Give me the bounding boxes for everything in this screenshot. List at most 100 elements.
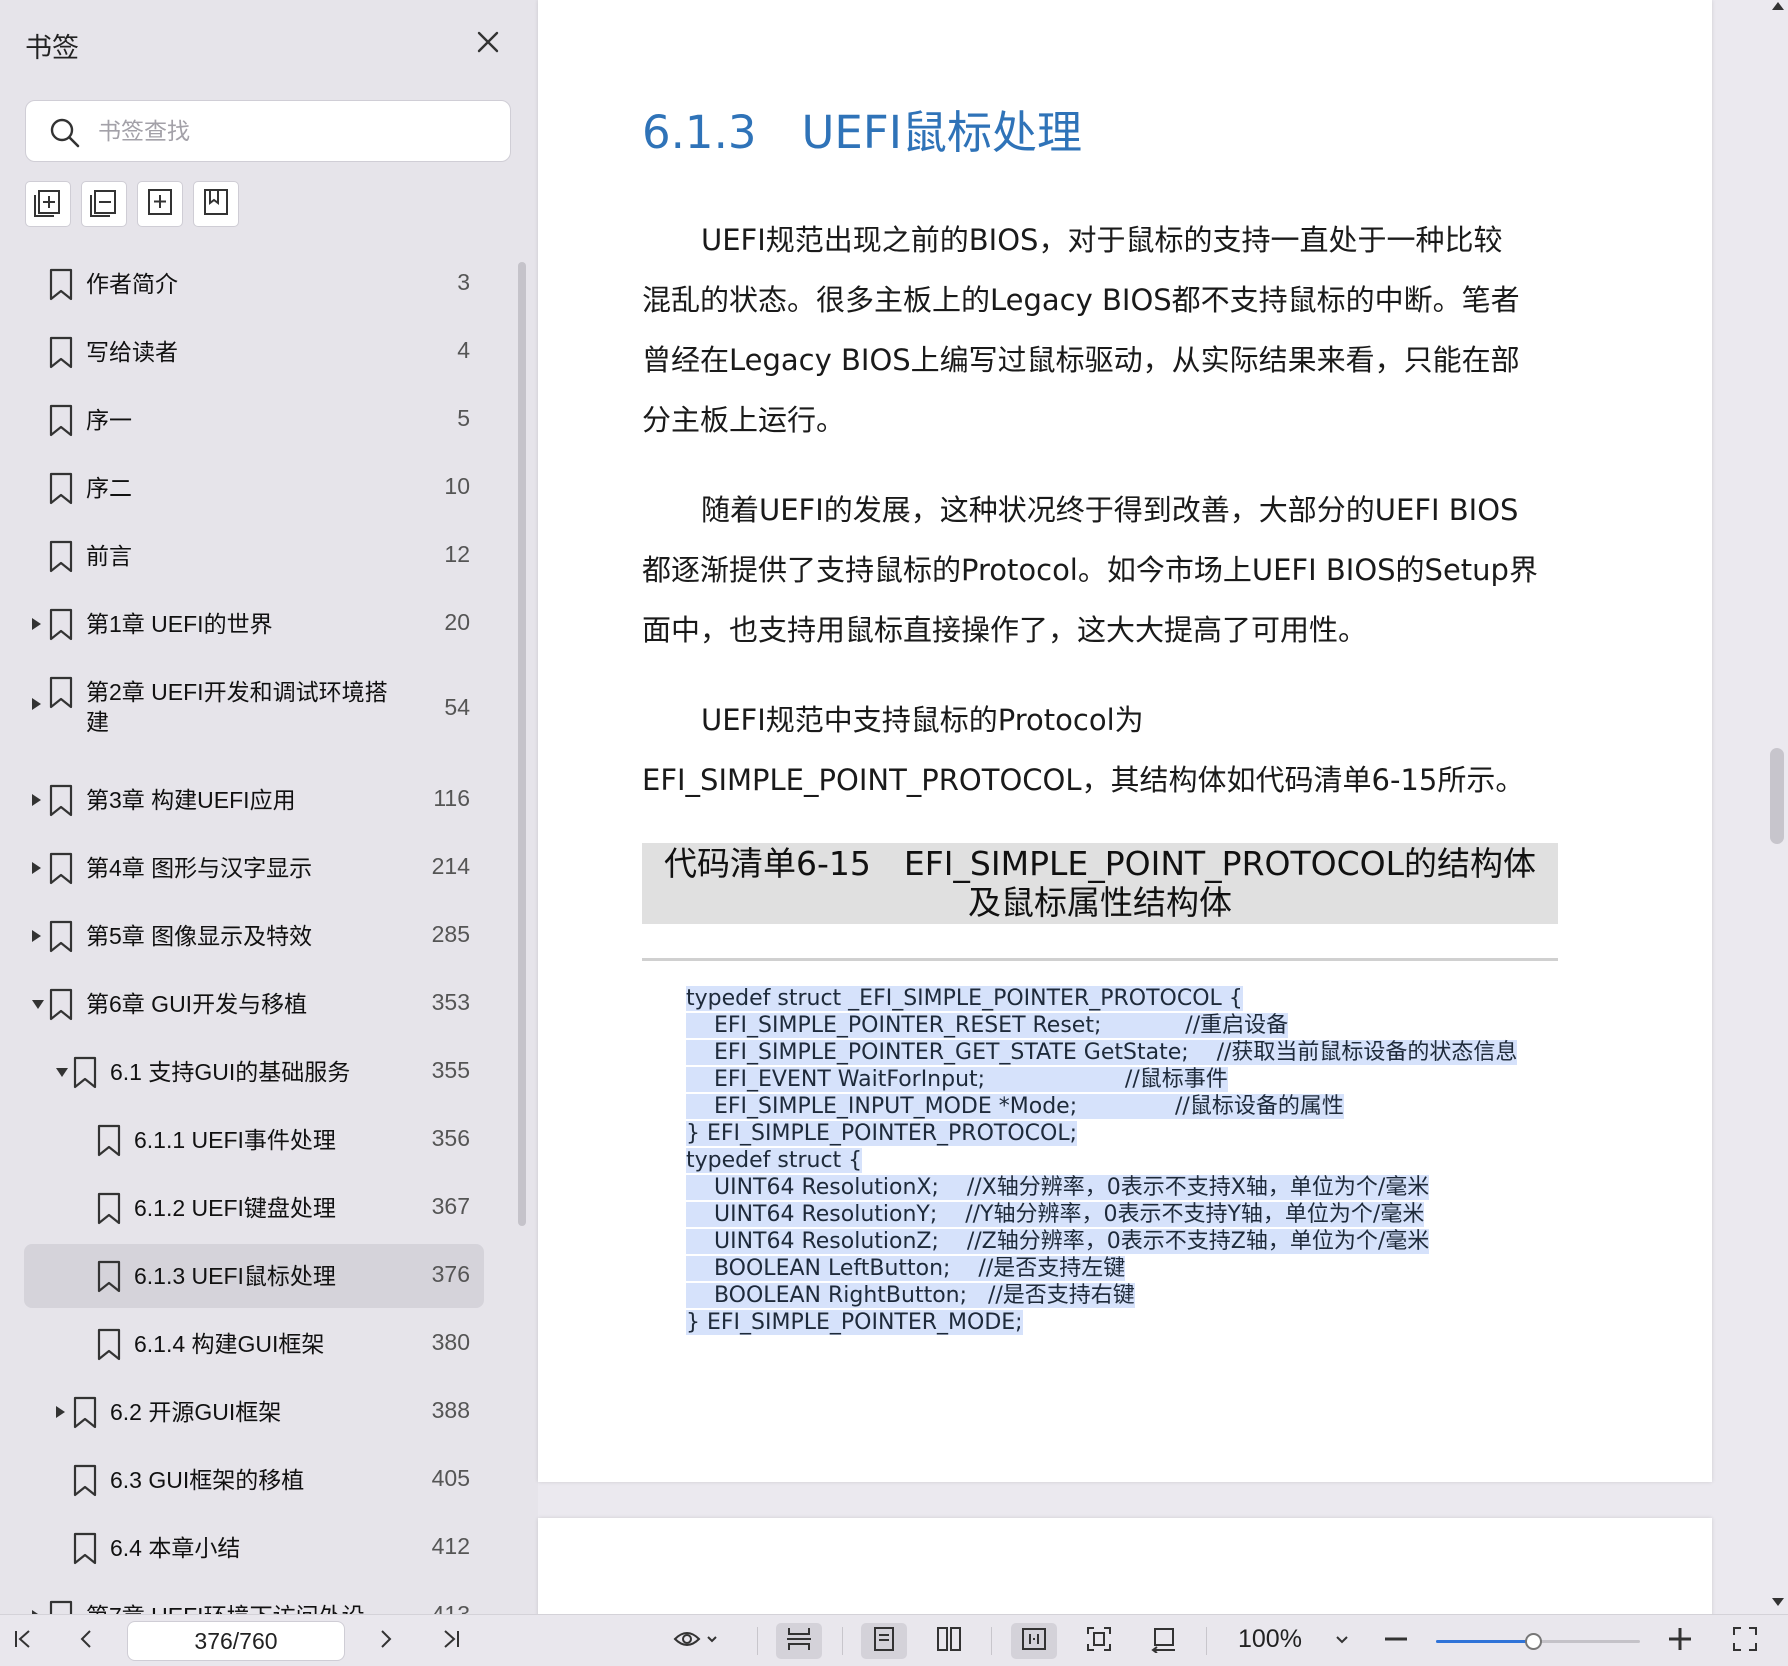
bookmark-icon xyxy=(72,1464,98,1498)
code-line: EFI_SIMPLE_POINTER_RESET Reset; //重启设备 xyxy=(686,1013,1289,1038)
bookmark-label: 写给读者 xyxy=(86,339,178,365)
expand-arrow-right-icon[interactable] xyxy=(32,930,41,942)
rotate-page-button[interactable] xyxy=(1141,1623,1187,1659)
bookmark-item[interactable]: 6.1.4 构建GUI框架 380 xyxy=(24,1312,484,1376)
bookmark-page-number: 4 xyxy=(457,337,470,363)
section-heading: 6.1.3 UEFI鼠标处理 xyxy=(642,106,1083,159)
bookmark-item[interactable]: 第2章 UEFI开发和调试环境搭建 54 xyxy=(24,660,484,764)
expand-arrow-right-icon[interactable] xyxy=(32,862,41,874)
collapse-all-button[interactable] xyxy=(81,181,127,227)
scroll-up-arrow-icon[interactable] xyxy=(1772,2,1784,10)
bookmark-icon xyxy=(96,1328,122,1362)
bookmark-label: 第4章 图形与汉字显示 xyxy=(86,855,313,881)
bookmark-item[interactable]: 第4章 图形与汉字显示 214 xyxy=(24,836,484,900)
zoom-out-button[interactable] xyxy=(1377,1623,1415,1659)
bookmark-item[interactable]: 序二 10 xyxy=(24,456,484,520)
single-page-icon xyxy=(870,1625,898,1658)
expand-arrow-right-icon[interactable] xyxy=(56,1406,65,1418)
plus-icon xyxy=(1666,1625,1694,1658)
expand-arrow-right-icon[interactable] xyxy=(32,618,41,630)
bookmark-label: 前言 xyxy=(86,543,132,569)
eye-icon xyxy=(673,1627,705,1656)
fullscreen-button[interactable] xyxy=(1726,1623,1764,1659)
separator xyxy=(757,1627,758,1655)
bookmark-item[interactable]: 6.3 GUI框架的移植 405 xyxy=(24,1448,484,1512)
fullscreen-icon xyxy=(1731,1625,1759,1658)
bookmark-item[interactable]: 6.1.3 UEFI鼠标处理 376 xyxy=(24,1244,484,1308)
first-page-button[interactable] xyxy=(4,1623,42,1659)
expand-arrow-right-icon[interactable] xyxy=(32,698,41,710)
bookmark-item[interactable]: 6.1.1 UEFI事件处理 356 xyxy=(24,1108,484,1172)
code-line: UINT64 ResolutionY; //Y轴分辨率，0表示不支持Y轴，单位为… xyxy=(686,1202,1425,1227)
bookmark-page-number: 3 xyxy=(457,269,470,295)
expand-arrow-down-icon[interactable] xyxy=(32,1000,44,1009)
page-number-input[interactable]: 376/760 xyxy=(127,1621,345,1661)
bookmark-page-number: 412 xyxy=(431,1533,470,1559)
zoom-in-button[interactable] xyxy=(1661,1623,1699,1659)
code-line: } EFI_SIMPLE_POINTER_PROTOCOL; xyxy=(686,1121,1078,1146)
view-mode-button[interactable] xyxy=(664,1623,728,1659)
code-line: UINT64 ResolutionZ; //Z轴分辨率，0表示不支持Z轴，单位为… xyxy=(686,1229,1430,1254)
bookmark-search[interactable] xyxy=(25,100,511,162)
bookmark-item[interactable]: 6.2 开源GUI框架 388 xyxy=(24,1380,484,1444)
single-page-button[interactable] xyxy=(861,1623,907,1659)
bookmark-label: 作者简介 xyxy=(86,271,178,297)
paragraph: UEFI规范中支持鼠标的Protocol为 EFI_SIMPLE_POINT_P… xyxy=(642,690,1572,810)
bookmark-item[interactable]: 序一 5 xyxy=(24,388,484,452)
fit-width-button[interactable] xyxy=(1011,1623,1057,1659)
bookmark-item[interactable]: 作者简介 3 xyxy=(24,252,484,316)
bookmark-toggle-button[interactable] xyxy=(193,181,239,227)
bookmark-item[interactable]: 6.4 本章小结 412 xyxy=(24,1516,484,1580)
caption-line: 代码清单6-15 EFI_SIMPLE_POINT_PROTOCOL的结构体 xyxy=(663,844,1537,883)
bookmark-search-input[interactable] xyxy=(98,111,488,151)
prev-page-button[interactable] xyxy=(67,1623,105,1659)
chevron-left-icon xyxy=(74,1627,98,1656)
bookmark-page-number: 367 xyxy=(431,1193,470,1219)
last-page-button[interactable] xyxy=(432,1623,470,1659)
bookmark-icon xyxy=(48,472,74,506)
document-page: 6.1.3 UEFI鼠标处理 UEFI规范出现之前的BIOS，对于鼠标的支持一直… xyxy=(538,0,1712,1482)
bookmark-label: 第5章 图像显示及特效 xyxy=(86,923,313,949)
bookmark-item[interactable]: 写给读者 4 xyxy=(24,320,484,384)
zoom-level[interactable]: 100% xyxy=(1238,1625,1302,1654)
continuous-scroll-button[interactable] xyxy=(776,1623,822,1659)
next-page-button[interactable] xyxy=(367,1623,405,1659)
expand-arrow-down-icon[interactable] xyxy=(56,1068,68,1077)
expand-all-icon xyxy=(32,186,64,223)
zoom-slider[interactable] xyxy=(1436,1633,1640,1650)
bookmark-page-number: 380 xyxy=(431,1329,470,1355)
bookmark-label: 序一 xyxy=(86,407,132,433)
bookmark-label: 第6章 GUI开发与移植 xyxy=(86,991,308,1017)
code-listing-caption: 代码清单6-15 EFI_SIMPLE_POINT_PROTOCOL的结构体 及… xyxy=(642,843,1558,924)
paragraph-line: UEFI规范出现之前的BIOS，对于鼠标的支持一直处于一种比较 xyxy=(701,223,1503,257)
bookmark-icon xyxy=(48,540,74,574)
bookmark-item[interactable]: 第7章 UEFI环境下访问外设 413 xyxy=(24,1584,484,1614)
bookmark-page-number: 388 xyxy=(431,1397,470,1423)
bookmark-label: 6.4 本章小结 xyxy=(110,1535,241,1561)
bookmark-scrollbar[interactable] xyxy=(518,262,526,1226)
add-bookmark-button[interactable] xyxy=(137,181,183,227)
zoom-dropdown-button[interactable] xyxy=(1323,1623,1361,1659)
bookmark-item[interactable]: 前言 12 xyxy=(24,524,484,588)
bookmark-item[interactable]: 6.1.2 UEFI键盘处理 367 xyxy=(24,1176,484,1240)
bookmark-item[interactable]: 第1章 UEFI的世界 20 xyxy=(24,592,484,656)
document-scrollbar[interactable] xyxy=(1770,748,1784,844)
expand-arrow-right-icon[interactable] xyxy=(32,794,41,806)
fit-page-button[interactable] xyxy=(1076,1623,1122,1659)
bookmark-item[interactable]: 第6章 GUI开发与移植 353 xyxy=(24,972,484,1036)
two-page-button[interactable] xyxy=(926,1623,972,1659)
bookmark-item[interactable]: 第5章 图像显示及特效 285 xyxy=(24,904,484,968)
bookmark-icon xyxy=(96,1260,122,1294)
close-icon[interactable] xyxy=(470,24,506,60)
scroll-down-arrow-icon[interactable] xyxy=(1772,1598,1784,1606)
code-listing[interactable]: typedef struct _EFI_SIMPLE_POINTER_PROTO… xyxy=(686,985,1518,1336)
expand-all-button[interactable] xyxy=(25,181,71,227)
bookmark-item[interactable]: 第3章 构建UEFI应用 116 xyxy=(24,768,484,832)
separator xyxy=(1206,1627,1207,1655)
code-line: EFI_EVENT WaitForInput; //鼠标事件 xyxy=(686,1067,1228,1092)
zoom-slider-handle[interactable] xyxy=(1524,1633,1542,1650)
bookmark-page-number: 214 xyxy=(431,853,470,879)
bookmark-item[interactable]: 6.1 支持GUI的基础服务 355 xyxy=(24,1040,484,1104)
paragraph-line: 随着UEFI的发展，这种状况终于得到改善，大部分的UEFI BIOS xyxy=(701,493,1519,527)
bookmark-label: 6.2 开源GUI框架 xyxy=(110,1399,282,1425)
